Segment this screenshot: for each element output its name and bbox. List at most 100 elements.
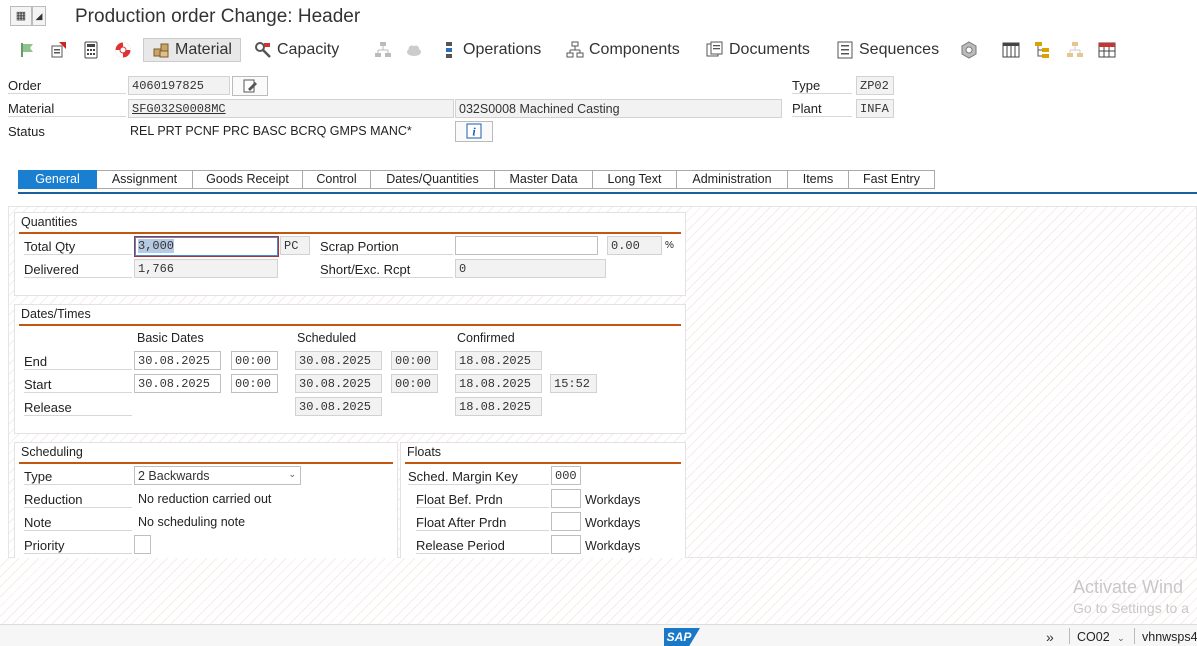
start-scheduled-time: 00:00 [391,374,438,393]
quantities-title: Quantities [21,215,78,229]
tab-items[interactable]: Items [788,170,849,189]
basic-dates-header: Basic Dates [137,331,204,345]
plant-label: Plant [792,101,852,117]
scrap-portion-input[interactable] [455,236,598,255]
edit-order-button[interactable] [232,76,268,96]
total-qty-input[interactable]: 3,000 [134,236,279,257]
unit-field: PC [280,236,310,255]
tab-assignment[interactable]: Assignment [97,170,193,189]
material-icon [152,41,170,59]
material-button[interactable]: Material [143,38,241,62]
table-icon[interactable] [1002,38,1020,62]
system-name: vhnwsps4 [1142,630,1197,644]
status-value: REL PRT PCNF PRC BASC BCRQ GMPS MANC* [130,124,412,138]
end-label: End [24,354,132,370]
status-separator [1134,628,1135,644]
start-basic-date-input[interactable]: 30.08.2025 [134,374,221,393]
activation-watermark-sub: Go to Settings to a [1073,600,1189,616]
float-before-input[interactable] [551,489,581,508]
type-label: Type [792,78,852,94]
priority-input[interactable] [134,535,151,554]
delivered-field: 1,766 [134,259,278,278]
short-exc-field: 0 [455,259,606,278]
order-label: Order [8,78,126,94]
page-title: Production order Change: Header [75,6,361,27]
settings-icon[interactable] [960,38,978,62]
plant-field[interactable]: INFA [856,99,894,118]
tab-general[interactable]: General [18,170,97,189]
margin-key-label: Sched. Margin Key [408,469,549,485]
empty-area [0,558,1197,624]
float-after-label: Float After Prdn [416,515,549,531]
chevron-down-icon: ⌄ [1117,633,1125,643]
status-separator [1069,628,1070,644]
priority-label: Priority [24,538,132,554]
note-value: No scheduling note [138,515,246,529]
components-button[interactable]: Components [566,38,680,62]
scheduling-title: Scheduling [21,445,83,459]
lifebuoy-icon[interactable] [114,38,132,62]
float-before-unit: Workdays [585,493,641,507]
hierarchy-icon[interactable] [1034,38,1052,62]
release-period-unit: Workdays [585,539,641,553]
tab-control[interactable]: Control [303,170,371,189]
tab-long-text[interactable]: Long Text [593,170,677,189]
menu-icon[interactable]: ▦ [10,6,32,26]
group-divider [19,462,393,464]
total-qty-selected-text: 3,000 [138,239,175,253]
scheduled-header: Scheduled [297,331,357,345]
split-icon[interactable] [1066,38,1084,62]
float-after-unit: Workdays [585,516,641,530]
start-confirmed-time: 15:52 [550,374,597,393]
start-basic-time-input[interactable]: 00:00 [231,374,278,393]
application-toolbar: Material Capacity Operations Components … [0,36,1197,64]
group-divider [19,324,681,326]
tab-fast-entry[interactable]: Fast Entry [849,170,935,189]
type-field[interactable]: ZP02 [856,76,894,95]
chevron-down-icon: ⌄ [288,469,296,479]
tab-dates-quantities[interactable]: Dates/Quantities [371,170,495,189]
transaction-code[interactable]: CO02 ⌄ [1077,630,1125,644]
material-label: Material [8,101,126,117]
end-basic-time-input[interactable]: 00:00 [231,351,278,370]
margin-key-input[interactable]: 000 [551,466,581,485]
grid-icon[interactable] [1098,38,1116,62]
calculator-icon[interactable] [82,38,100,62]
end-basic-date-input[interactable]: 30.08.2025 [134,351,221,370]
reduction-label: Reduction [24,492,132,508]
scheduling-type-value: 2 Backwards [138,469,210,483]
tab-master-data[interactable]: Master Data [495,170,593,189]
capacity-button[interactable]: Capacity [254,38,339,62]
note-label: Note [24,515,132,531]
reduction-value: No reduction carried out [138,492,272,506]
network-icon[interactable] [374,38,392,62]
capacity-icon [254,41,272,59]
menu-dropdown-icon[interactable]: ◢ [32,6,46,26]
float-after-input[interactable] [551,512,581,531]
start-label: Start [24,377,132,393]
scrap-portion-label: Scrap Portion [320,239,453,255]
release-period-label: Release Period [416,538,549,554]
scrap-percent-field: 0.00 [607,236,662,255]
short-exc-label: Short/Exc. Rcpt [320,262,453,278]
release-icon[interactable] [50,38,68,62]
tab-goods-receipt[interactable]: Goods Receipt [193,170,303,189]
dates-times-title: Dates/Times [21,307,91,321]
edit-icon [243,79,257,93]
tab-administration[interactable]: Administration [677,170,788,189]
cloud-icon[interactable] [405,38,423,62]
order-field[interactable]: 4060197825 [128,76,230,95]
total-qty-label: Total Qty [24,239,132,255]
release-period-input[interactable] [551,535,581,554]
status-bar [0,624,1197,646]
operations-button[interactable]: Operations [440,38,541,62]
start-confirmed-date: 18.08.2025 [455,374,542,393]
expand-status-icon[interactable]: » [1046,629,1054,645]
material-field[interactable]: SFG032S0008MC [128,99,454,118]
release-confirmed-date: 18.08.2025 [455,397,542,416]
scheduling-type-select[interactable]: 2 Backwards ⌄ [134,466,301,485]
flag-icon[interactable] [18,38,36,62]
documents-button[interactable]: Documents [706,38,810,62]
status-info-button[interactable]: i [455,121,493,142]
sequences-button[interactable]: Sequences [836,38,939,62]
